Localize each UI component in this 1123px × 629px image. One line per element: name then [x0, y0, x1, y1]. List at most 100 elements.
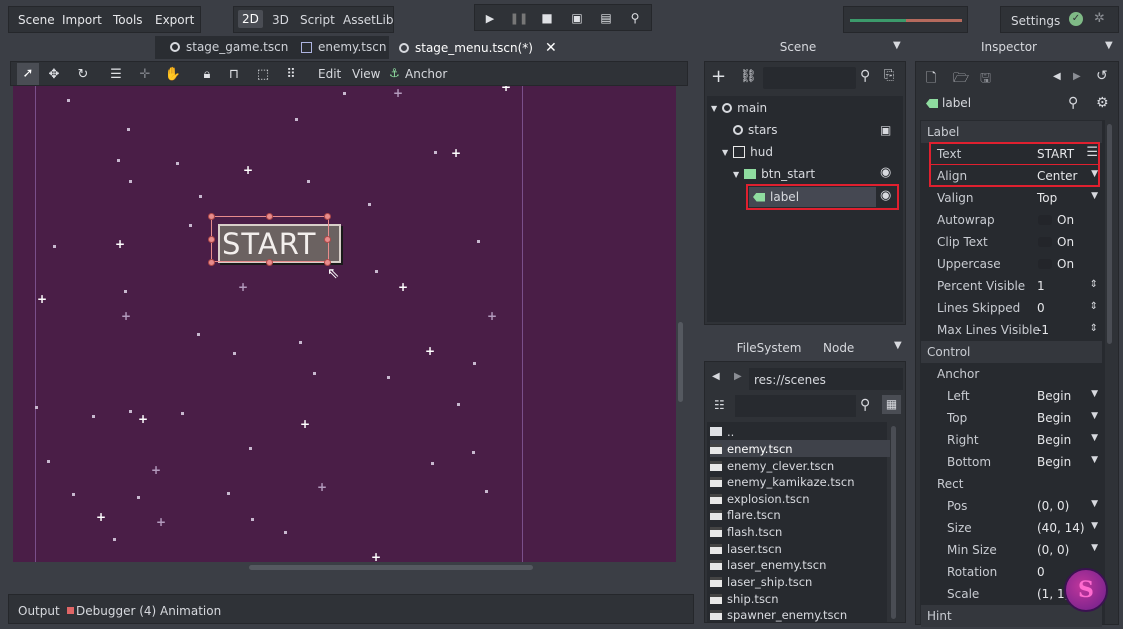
list-select-icon[interactable]: ☰ [106, 64, 126, 84]
group-rect[interactable]: Rect [921, 473, 1102, 495]
filesystem-tab[interactable]: FileSystem [730, 336, 808, 360]
scene-filter-input[interactable] [763, 67, 856, 89]
menu-import[interactable]: Import [62, 13, 102, 27]
animation-tab[interactable]: Animation [160, 604, 221, 618]
tree-node-main[interactable]: ▼ main [711, 98, 767, 118]
play-custom-icon[interactable]: ▤ [597, 9, 615, 27]
viewport[interactable]: + + + + + + + + + + + + + + + + + + STAR… [13, 86, 676, 562]
prop-percent-visible[interactable]: Percent Visible 1 ⇕ [921, 275, 1102, 297]
move-tool-icon[interactable]: ✥ [44, 64, 64, 84]
dock-menu-icon[interactable]: ▼ [894, 340, 902, 351]
pivot-tool-icon[interactable]: ✛ [135, 64, 155, 84]
viewport-hscroll[interactable] [249, 565, 533, 570]
prop-lines-skipped[interactable]: Lines Skipped 0 ⇕ [921, 297, 1102, 319]
prop-size[interactable]: Size (40, 14) ▼ [921, 517, 1102, 539]
debugger-tab[interactable]: Debugger (4) [76, 604, 156, 618]
checkbox[interactable] [1038, 237, 1052, 247]
checkbox[interactable] [1038, 215, 1052, 225]
file-item[interactable]: laser.tscn [710, 540, 890, 557]
lock-icon[interactable]: 🔒︎ [197, 64, 217, 84]
stop-icon[interactable]: ■ [538, 9, 556, 27]
prop-anchor-left[interactable]: Left Begin ▼ [921, 385, 1102, 407]
prop-clip-text[interactable]: Clip Text On [921, 231, 1102, 253]
path-field[interactable]: res://scenes [749, 368, 903, 390]
tab-enemy[interactable]: enemy.tscn [291, 36, 396, 58]
prop-valign[interactable]: Valign Top ▼ [921, 187, 1102, 209]
tree-node-stars[interactable]: stars [733, 120, 778, 140]
file-item[interactable]: enemy.tscn [710, 440, 890, 457]
checkbox[interactable] [1038, 259, 1052, 269]
dock-menu-icon[interactable]: ▼ [893, 40, 901, 51]
resize-handle[interactable] [208, 236, 215, 243]
expand-arrow-icon[interactable]: ▼ [711, 104, 717, 113]
tree-node-hud[interactable]: ▼ hud [722, 142, 773, 162]
resize-handle[interactable] [208, 213, 215, 220]
resize-handle[interactable] [208, 259, 215, 266]
instance-icon[interactable]: ▣ [880, 123, 891, 137]
gear-icon[interactable]: ⚙ [1096, 95, 1109, 111]
unlock-icon[interactable]: ⊓ [224, 64, 244, 84]
resize-handle[interactable] [324, 213, 331, 220]
prop-anchor-right[interactable]: Right Begin ▼ [921, 429, 1102, 451]
ungroup-icon[interactable]: ⠿ [281, 64, 301, 84]
spin-arrows-icon[interactable]: ⇕ [1090, 323, 1098, 334]
open-folder-icon[interactable]: 🗁︎ [953, 69, 969, 91]
file-item[interactable]: enemy_clever.tscn [710, 457, 890, 474]
select-tool-icon[interactable]: ➚ [17, 63, 39, 85]
tree-node-btn-start[interactable]: ▼ btn_start [733, 164, 815, 184]
close-icon[interactable]: ✕ [545, 40, 557, 56]
mode-2d[interactable]: 2D [238, 10, 263, 28]
tab-stage-game[interactable]: stage_game.tscn [160, 36, 298, 58]
file-item[interactable]: ship.tscn [710, 590, 890, 607]
file-item[interactable]: flare.tscn [710, 506, 890, 523]
resize-handle[interactable] [266, 259, 273, 266]
expand-arrow-icon[interactable]: ▼ [733, 170, 739, 179]
file-item[interactable]: explosion.tscn [710, 490, 890, 507]
history-icon[interactable]: ↺ [1096, 68, 1108, 84]
expand-arrow-icon[interactable]: ▼ [722, 148, 728, 157]
history-forward-icon[interactable]: ▶ [1073, 71, 1081, 82]
tree-view-icon[interactable]: ☷ [714, 398, 725, 412]
instance-scene-icon[interactable]: ⎘ [884, 68, 894, 83]
file-list-scrollbar[interactable] [891, 426, 896, 619]
file-filter-input[interactable] [735, 395, 856, 417]
section-label[interactable]: Label [921, 121, 1102, 143]
add-node-icon[interactable]: + [711, 66, 726, 87]
prop-pos[interactable]: Pos (0, 0) ▼ [921, 495, 1102, 517]
mode-3d[interactable]: 3D [272, 13, 289, 27]
node-tab[interactable]: Node [823, 341, 854, 355]
prop-uppercase[interactable]: Uppercase On [921, 253, 1102, 275]
search-icon[interactable]: ⚲ [1068, 95, 1078, 111]
prop-autowrap[interactable]: Autowrap On [921, 209, 1102, 231]
remote-debug-icon[interactable]: ⚲ [626, 9, 644, 27]
scene-dock-tab[interactable]: Scene [769, 36, 827, 59]
edit-menu[interactable]: Edit [318, 67, 341, 81]
prop-max-lines-visible[interactable]: Max Lines Visible -1 ⇕ [921, 319, 1102, 341]
prop-anchor-bottom[interactable]: Bottom Begin ▼ [921, 451, 1102, 473]
inspector-scrollbar[interactable] [1107, 124, 1112, 344]
inspector-tab[interactable]: Inspector [971, 36, 1047, 59]
spin-arrows-icon[interactable]: ⇕ [1090, 279, 1098, 290]
pause-icon[interactable]: ❚❚ [510, 9, 528, 27]
play-icon[interactable]: ▶ [481, 9, 499, 27]
mode-script[interactable]: Script [300, 13, 335, 27]
file-item[interactable]: .. [710, 423, 890, 440]
play-scene-icon[interactable]: ▣ [568, 9, 586, 27]
file-item[interactable]: laser_enemy.tscn [710, 556, 890, 573]
viewport-vscroll[interactable] [678, 322, 683, 402]
file-item[interactable]: enemy_kamikaze.tscn [710, 473, 890, 490]
resize-handle[interactable] [266, 213, 273, 220]
section-control[interactable]: Control [921, 341, 1102, 363]
prop-min-size[interactable]: Min Size (0, 0) ▼ [921, 539, 1102, 561]
anchor-menu[interactable]: Anchor [405, 67, 447, 81]
menu-tools[interactable]: Tools [113, 13, 143, 27]
grid-view-icon[interactable]: ▦ [882, 395, 901, 414]
history-back-icon[interactable]: ◀ [1053, 71, 1061, 82]
save-icon[interactable]: 🖫︎ [980, 69, 991, 91]
spin-arrows-icon[interactable]: ⇕ [1090, 301, 1098, 312]
file-item[interactable]: spawner_enemy.tscn [710, 606, 890, 623]
view-menu[interactable]: View [352, 67, 380, 81]
file-item[interactable]: flash.tscn [710, 523, 890, 540]
file-item[interactable]: laser_ship.tscn [710, 573, 890, 590]
group-anchor[interactable]: Anchor [921, 363, 1102, 385]
